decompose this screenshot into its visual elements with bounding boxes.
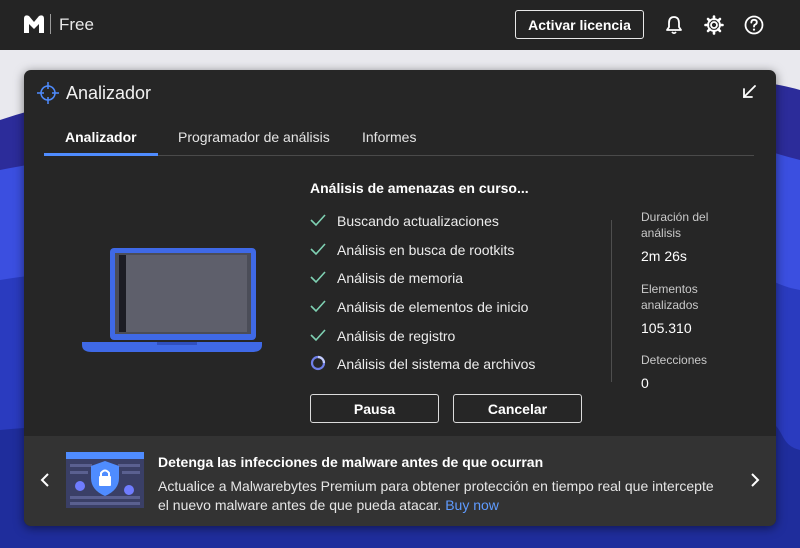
tab-programador[interactable]: Programador de análisis [178, 129, 330, 145]
bell-icon[interactable] [663, 14, 685, 36]
scan-step: Análisis de registro [310, 326, 600, 346]
scan-step: Análisis del sistema de archivos [310, 354, 600, 374]
promo-banner: Detenga las infecciones de malware antes… [24, 436, 776, 526]
activate-license-button[interactable]: Activar licencia [515, 10, 644, 39]
scan-title: Análisis de amenazas en curso... [310, 180, 529, 196]
stats-divider [611, 220, 612, 382]
scanner-panel: Analizador Analizador Programador de aná… [24, 70, 776, 526]
duration-label: Duración del análisis [641, 210, 709, 240]
scan-step-label: Análisis en busca de rootkits [337, 242, 515, 258]
scan-step: Análisis en busca de rootkits [310, 240, 600, 260]
scan-step-label: Análisis de registro [337, 328, 456, 344]
panel-title: Analizador [66, 83, 152, 103]
cancel-button[interactable]: Cancelar [453, 394, 582, 423]
edition-label: Free [59, 15, 94, 34]
scan-step: Análisis de memoria [310, 268, 600, 288]
malwarebytes-logo-icon [24, 15, 44, 33]
items-scanned-label: Elementos analizados [641, 282, 699, 312]
pause-button[interactable]: Pausa [310, 394, 439, 423]
spinner-icon [310, 355, 326, 371]
items-scanned-value: 105.310 [641, 320, 692, 336]
checkmark-icon [310, 300, 326, 313]
logo-separator [50, 14, 51, 34]
promo-title: Detenga las infecciones de malware antes… [158, 454, 544, 470]
scan-step-label: Buscando actualizaciones [337, 213, 499, 229]
scan-step: Buscando actualizaciones [310, 211, 600, 231]
scan-step-label: Análisis de elementos de inicio [337, 299, 529, 315]
checkmark-icon [310, 271, 326, 284]
duration-value: 2m 26s [641, 248, 687, 264]
scan-step-label: Análisis de memoria [337, 270, 464, 286]
promo-text: Actualice a Malwarebytes Premium para ob… [158, 477, 728, 515]
shield-lock-illustration [66, 452, 144, 508]
detections-value: 0 [641, 375, 649, 391]
checkmark-icon [310, 243, 326, 256]
top-bar: Free Activar licencia [0, 0, 800, 50]
detections-label: Detecciones [641, 353, 708, 367]
buy-now-link[interactable]: Buy now [445, 497, 499, 513]
chevron-left-icon[interactable] [38, 471, 52, 489]
checkmark-icon [310, 329, 326, 342]
arrow-down-left-icon[interactable] [740, 83, 758, 101]
laptop-illustration [82, 248, 262, 352]
tab-analizador[interactable]: Analizador [65, 129, 137, 145]
scan-step: Análisis de elementos de inicio [310, 297, 600, 317]
active-tab-indicator [44, 153, 158, 156]
tab-informes[interactable]: Informes [362, 129, 416, 145]
tab-bar: Analizador Programador de análisis Infor… [44, 122, 754, 156]
promo-description: Actualice a Malwarebytes Premium para ob… [158, 478, 714, 513]
gear-icon[interactable] [703, 14, 725, 36]
scan-step-label: Análisis del sistema de archivos [337, 356, 536, 372]
chevron-right-icon[interactable] [748, 471, 762, 489]
checkmark-icon [310, 214, 326, 227]
help-icon[interactable] [743, 14, 765, 36]
crosshair-icon [37, 82, 59, 104]
